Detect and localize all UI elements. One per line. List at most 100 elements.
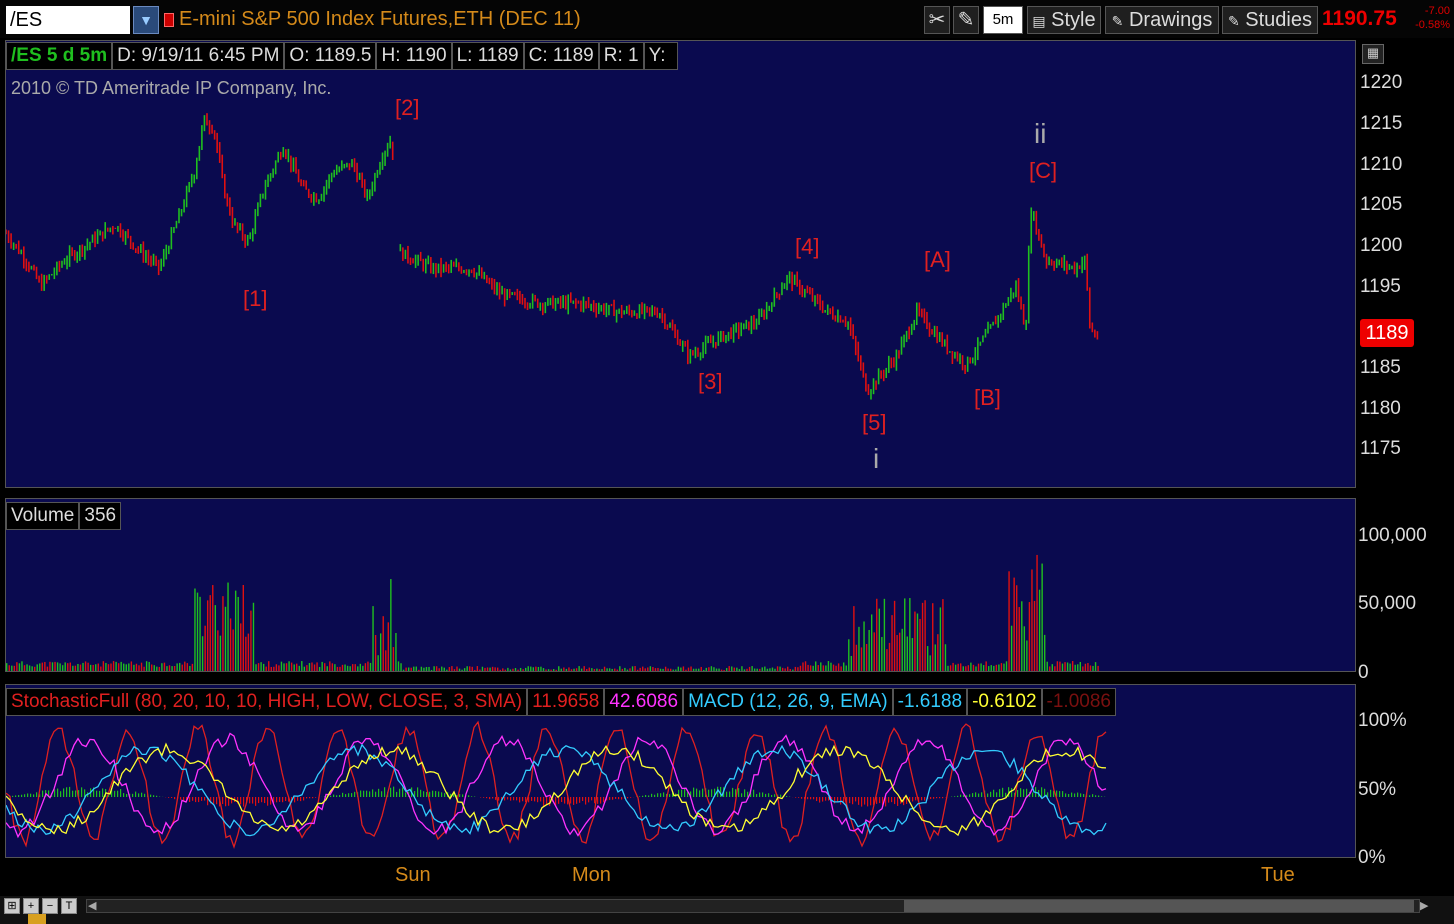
volume-bar [87,662,89,671]
symbol-input[interactable]: /ES [6,6,130,34]
volume-bar [519,667,522,671]
volume-bar [61,665,64,671]
wave-label: [4] [795,234,820,259]
scroll-left-icon[interactable]: ◀ [88,899,96,912]
layout-button[interactable]: ⊞ [4,898,20,914]
text-tool-button[interactable]: T [61,898,77,914]
draw-tool-button[interactable]: ✎ [953,6,979,34]
macd-histogram-bar [1059,791,1061,797]
volume-bar [764,666,766,671]
volume-bar [601,669,603,671]
macd-histogram-bar [498,797,500,801]
volume-bar [270,666,272,671]
volume-bar [448,667,451,671]
macd-histogram-bar [582,797,584,802]
volume-bar [532,667,535,671]
price-tick: 1205 [1360,194,1403,215]
volume-bar [349,666,351,671]
volume-bar [367,661,369,671]
macd-histogram-bar [330,795,332,797]
zoom-in-button[interactable]: + [23,898,39,914]
volume-bar [616,669,618,671]
cursor-tool-button[interactable]: ✂ [924,6,950,34]
macd-histogram-bar [285,797,287,802]
macd-histogram-bar [978,793,980,797]
price-panel[interactable] [5,40,1356,488]
macd-histogram-bar [225,797,227,807]
macd-histogram-bar [372,789,374,797]
macd-histogram-bar [609,797,611,800]
volume-bar [547,669,550,671]
volume-bar [858,626,860,671]
x-axis-label: Tue [1261,864,1295,886]
macd-histogram-bar [117,790,119,797]
volume-bar [555,669,557,671]
style-button[interactable]: ▤ Style [1027,6,1101,34]
volume-bar [69,662,72,671]
symbol-dropdown-button[interactable]: ▼ [133,6,159,34]
macd-histogram-bar [795,797,797,798]
macd-diff-value: -1.0086 [1041,688,1116,716]
zoom-out-button[interactable]: − [42,898,58,914]
macd-histogram-bar [720,786,722,797]
volume-bar [878,608,881,671]
volume-bar [346,665,349,671]
volume-bar [1038,589,1041,671]
volume-bar [1054,666,1056,671]
volume-bar [924,600,926,671]
aggregation-button[interactable]: 5m [983,6,1023,34]
macd-histogram-bar [657,793,659,797]
volume-value: 356 [79,502,122,530]
volume-bar [224,606,227,671]
volume-bar [820,662,822,671]
macd-histogram-bar [396,791,398,797]
volume-bar [318,666,321,671]
studies-button[interactable]: ✎ Studies [1222,6,1318,34]
volume-bar [1021,601,1023,671]
price-tick: 1180 [1360,398,1401,419]
volume-bar [703,669,705,671]
x-axis-label: Mon [572,864,611,886]
volume-bar [140,662,143,671]
volume-bar [1003,663,1005,671]
macd-histogram-bar [702,788,704,797]
volume-bar [1008,571,1010,671]
macd-histogram-bar [990,791,992,797]
volume-bar [156,666,158,671]
volume-bar [792,669,794,671]
volume-bar [36,664,38,671]
volume-bar [565,668,568,671]
macd-histogram-bar [813,797,815,800]
volume-bar [725,668,728,671]
wave-label: ii [1034,118,1047,149]
macd-histogram-bar [342,792,344,797]
macd-histogram-bar [267,797,269,806]
macd-histogram-bar [264,797,266,804]
alert-flag-icon[interactable] [164,13,174,27]
scroll-right-icon[interactable]: ▶ [1420,899,1428,912]
text-icon: T [65,900,73,912]
volume-bar [283,663,285,671]
volume-bar [552,669,555,671]
volume-bar [558,666,560,671]
volume-bar [334,664,336,671]
drawings-button[interactable]: ✎ Drawings [1105,6,1219,34]
volume-bar [822,665,825,671]
chart-settings-button[interactable]: ▦ [1362,44,1384,64]
macd-histogram-bar [1071,792,1073,797]
macd-histogram-bar [711,789,713,797]
macd-histogram-bar [732,787,734,797]
wave-label: [3] [698,369,723,394]
price-change: -7.00 -0.58% [1406,4,1450,32]
volume-bar [1005,661,1008,671]
volume-bar [980,663,982,671]
scrollbar-thumb[interactable] [904,900,1414,912]
volume-panel[interactable] [5,498,1356,672]
volume-bar [405,667,407,671]
volume-bar [168,665,171,671]
price-axis[interactable]: ▦ 1220 1215 1210 1205 1200 1195 1189 118… [1356,40,1454,488]
volume-bar [466,666,468,671]
macd-histogram-bar [1026,788,1028,797]
expand-handle[interactable] [28,914,46,924]
macd-histogram-bar [144,793,146,797]
